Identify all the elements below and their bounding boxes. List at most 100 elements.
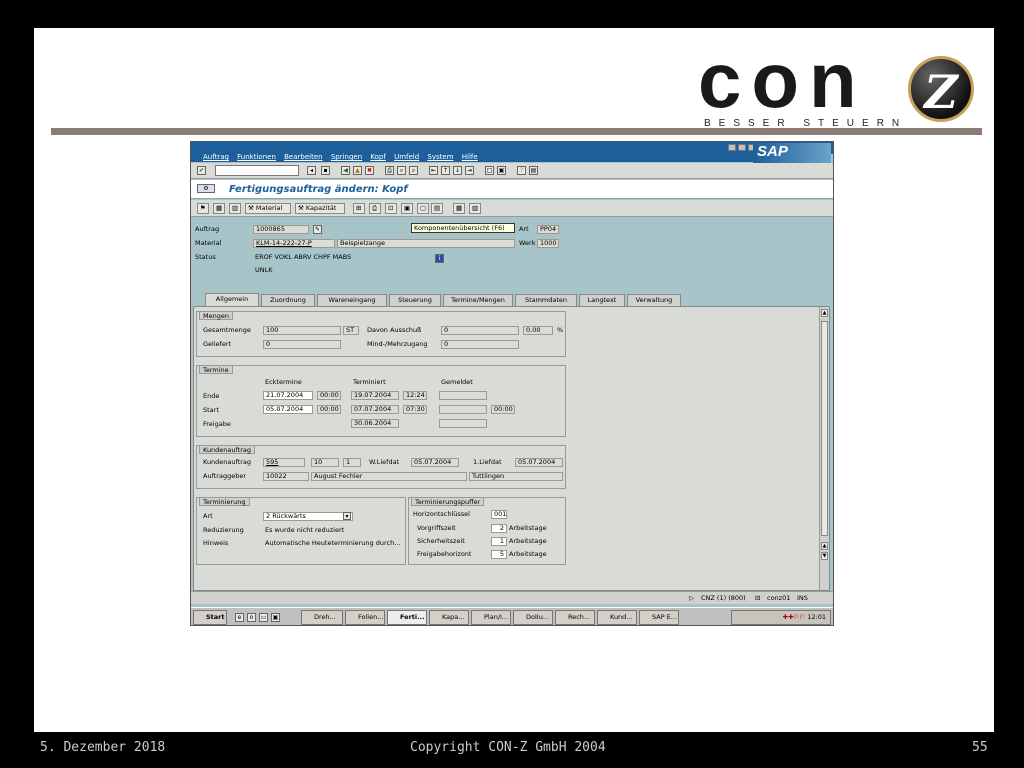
- tab-steuerung[interactable]: Steuerung: [389, 294, 441, 306]
- start-button[interactable]: Start: [193, 610, 227, 625]
- back-arrow-icon[interactable]: ◂: [307, 166, 316, 175]
- hierarchy-icon[interactable]: ⊞: [353, 203, 365, 214]
- taskbar-item[interactable]: Kapa...: [429, 610, 469, 625]
- status-icon[interactable]: ⊡: [385, 203, 397, 214]
- kundenauftrag-field[interactable]: 595: [263, 458, 305, 467]
- taskbar-item[interactable]: Kund...: [597, 610, 637, 625]
- freigabehorizont-field[interactable]: 5: [491, 550, 507, 559]
- tab-allgemein[interactable]: Allgemein: [205, 293, 259, 307]
- last-page-icon[interactable]: ⇥: [465, 166, 474, 175]
- scroll-down-icon[interactable]: ▼: [821, 552, 828, 560]
- group-kundenauftrag: Kundenauftrag Kundenauftrag 595 10 1 W.L…: [196, 445, 566, 489]
- freigabe-gem-field: [439, 419, 487, 428]
- edit-pencil-icon[interactable]: ✎: [313, 225, 322, 234]
- settings-icon[interactable]: ▧: [469, 203, 481, 214]
- documents-icon[interactable]: ▢: [417, 203, 429, 214]
- auftraggeber-name-field: August Fechler: [311, 472, 467, 481]
- dropdown-icon[interactable]: ▾: [343, 512, 351, 520]
- info-icon[interactable]: i: [435, 254, 444, 263]
- tab-wareneingang[interactable]: Wareneingang: [317, 294, 387, 306]
- enter-icon[interactable]: ✔: [197, 166, 206, 175]
- ausschuss-field[interactable]: 0: [441, 326, 519, 335]
- tab-verwaltung[interactable]: Verwaltung: [627, 294, 681, 306]
- find-icon[interactable]: ⌕: [397, 166, 406, 175]
- tray-clock: 12:01: [807, 613, 826, 621]
- minimize-button[interactable]: [728, 144, 736, 151]
- tab-stammdaten[interactable]: Stammdaten: [515, 294, 577, 306]
- taskbar-item[interactable]: Rech...: [555, 610, 595, 625]
- overview-icon[interactable]: ▦: [453, 203, 465, 214]
- taskbar-item[interactable]: SAP E...: [639, 610, 679, 625]
- tab-termine-mengen[interactable]: Termine/Mengen: [443, 294, 513, 306]
- help-icon[interactable]: ?: [517, 166, 526, 175]
- vertical-scrollbar[interactable]: ▲ ▲ ▼: [819, 307, 829, 590]
- status-triangle-icon[interactable]: ▷: [689, 594, 694, 603]
- capacity-button[interactable]: ⚒ Kapazität: [295, 203, 345, 214]
- quicklaunch-outlook-icon[interactable]: o: [247, 613, 256, 622]
- material-field[interactable]: KLM-14-222-27-P: [253, 239, 335, 248]
- display-change-icon[interactable]: ⚙: [197, 184, 215, 193]
- scroll-step-up-icon[interactable]: ▲: [821, 542, 828, 550]
- menu-system[interactable]: System: [427, 152, 453, 162]
- terminierung-art-select[interactable]: 2 Rückwärts: [263, 512, 353, 521]
- quicklaunch-ie-icon[interactable]: e: [235, 613, 244, 622]
- print-order-icon[interactable]: ⎙: [369, 203, 381, 214]
- first-page-icon[interactable]: ⇤: [429, 166, 438, 175]
- previous-page-icon[interactable]: ↑: [441, 166, 450, 175]
- ende-eck-field[interactable]: 21.07.2004: [263, 391, 313, 400]
- status-mode: INS: [797, 594, 808, 602]
- ausschuss-pct-field[interactable]: 0,00: [523, 326, 553, 335]
- menu-auftrag[interactable]: Auftrag: [203, 152, 229, 162]
- freigabe-label: Freigabe: [203, 420, 231, 428]
- gesamtmenge-field[interactable]: 100: [263, 326, 341, 335]
- vorgriffszeit-field[interactable]: 2: [491, 524, 507, 533]
- components-icon[interactable]: ▥: [229, 203, 241, 214]
- print-icon[interactable]: ⎙: [385, 166, 394, 175]
- material-button[interactable]: ⚒ Material: [245, 203, 291, 214]
- command-field[interactable]: [215, 165, 299, 176]
- next-page-icon[interactable]: ↓: [453, 166, 462, 175]
- tab-langtext[interactable]: Langtext: [579, 294, 625, 306]
- release-icon[interactable]: ⚑: [197, 203, 209, 214]
- taskbar-item[interactable]: DolIu...: [513, 610, 553, 625]
- ende-eck-time-field[interactable]: 00:00: [317, 391, 341, 400]
- status-line-2: UNLK: [255, 266, 273, 274]
- auftrag-field[interactable]: 1000865: [253, 225, 309, 234]
- standard-toolbar: ✔ ◂ ▪ ◀ ▲ ✖ ⎙ ⌕ ⌕ ⇤ ↑ ↓ ⇥ □ ▣ ? ▤: [191, 163, 833, 179]
- tab-panel-allgemein: Mengen Gesamtmenge 100 ST Davon Ausschuß…: [193, 306, 830, 591]
- taskbar-item[interactable]: Dreh...: [301, 610, 343, 625]
- back-icon[interactable]: ◀: [341, 166, 350, 175]
- taskbar-item[interactable]: Folien...: [345, 610, 385, 625]
- start-eck-field[interactable]: 05.07.2004: [263, 405, 313, 414]
- menu-hilfe[interactable]: Hilfe: [462, 152, 478, 162]
- operations-icon[interactable]: ▦: [213, 203, 225, 214]
- sicherheitszeit-field[interactable]: 1: [491, 537, 507, 546]
- logo-wordmark: con: [698, 36, 867, 124]
- werk-field[interactable]: 1000: [537, 239, 559, 248]
- cancel-icon[interactable]: ✖: [365, 166, 374, 175]
- menu-springen[interactable]: Springen: [331, 152, 362, 162]
- taskbar-item[interactable]: Plan/I...: [471, 610, 511, 625]
- menu-umfeld[interactable]: Umfeld: [394, 152, 419, 162]
- shortcut-icon[interactable]: ▣: [497, 166, 506, 175]
- quicklaunch-desktop-icon[interactable]: ▭: [259, 613, 268, 622]
- menu-bearbeiten[interactable]: Bearbeiten: [284, 152, 322, 162]
- menu-funktionen[interactable]: Funktionen: [237, 152, 276, 162]
- layout-menu-icon[interactable]: ▤: [529, 166, 538, 175]
- taskbar-item-active[interactable]: Ferti...: [387, 610, 427, 625]
- exit-icon[interactable]: ▲: [353, 166, 362, 175]
- save-icon[interactable]: ▪: [321, 166, 330, 175]
- tab-zuordnung[interactable]: Zuordnung: [261, 294, 315, 306]
- copy-icon[interactable]: ▤: [431, 203, 443, 214]
- start-eck-time-field[interactable]: 00:00: [317, 405, 341, 414]
- scroll-up-icon[interactable]: ▲: [821, 309, 828, 317]
- maximize-button[interactable]: [738, 144, 746, 151]
- scroll-thumb[interactable]: [821, 321, 828, 536]
- menu-kopf[interactable]: Kopf: [370, 152, 385, 162]
- costs-icon[interactable]: ▣: [401, 203, 413, 214]
- quicklaunch-app-icon[interactable]: ▣: [271, 613, 280, 622]
- find-next-icon[interactable]: ⌕: [409, 166, 418, 175]
- art-field[interactable]: PP04: [537, 225, 559, 234]
- new-session-icon[interactable]: □: [485, 166, 494, 175]
- horizontschluessel-field[interactable]: 001: [491, 510, 507, 519]
